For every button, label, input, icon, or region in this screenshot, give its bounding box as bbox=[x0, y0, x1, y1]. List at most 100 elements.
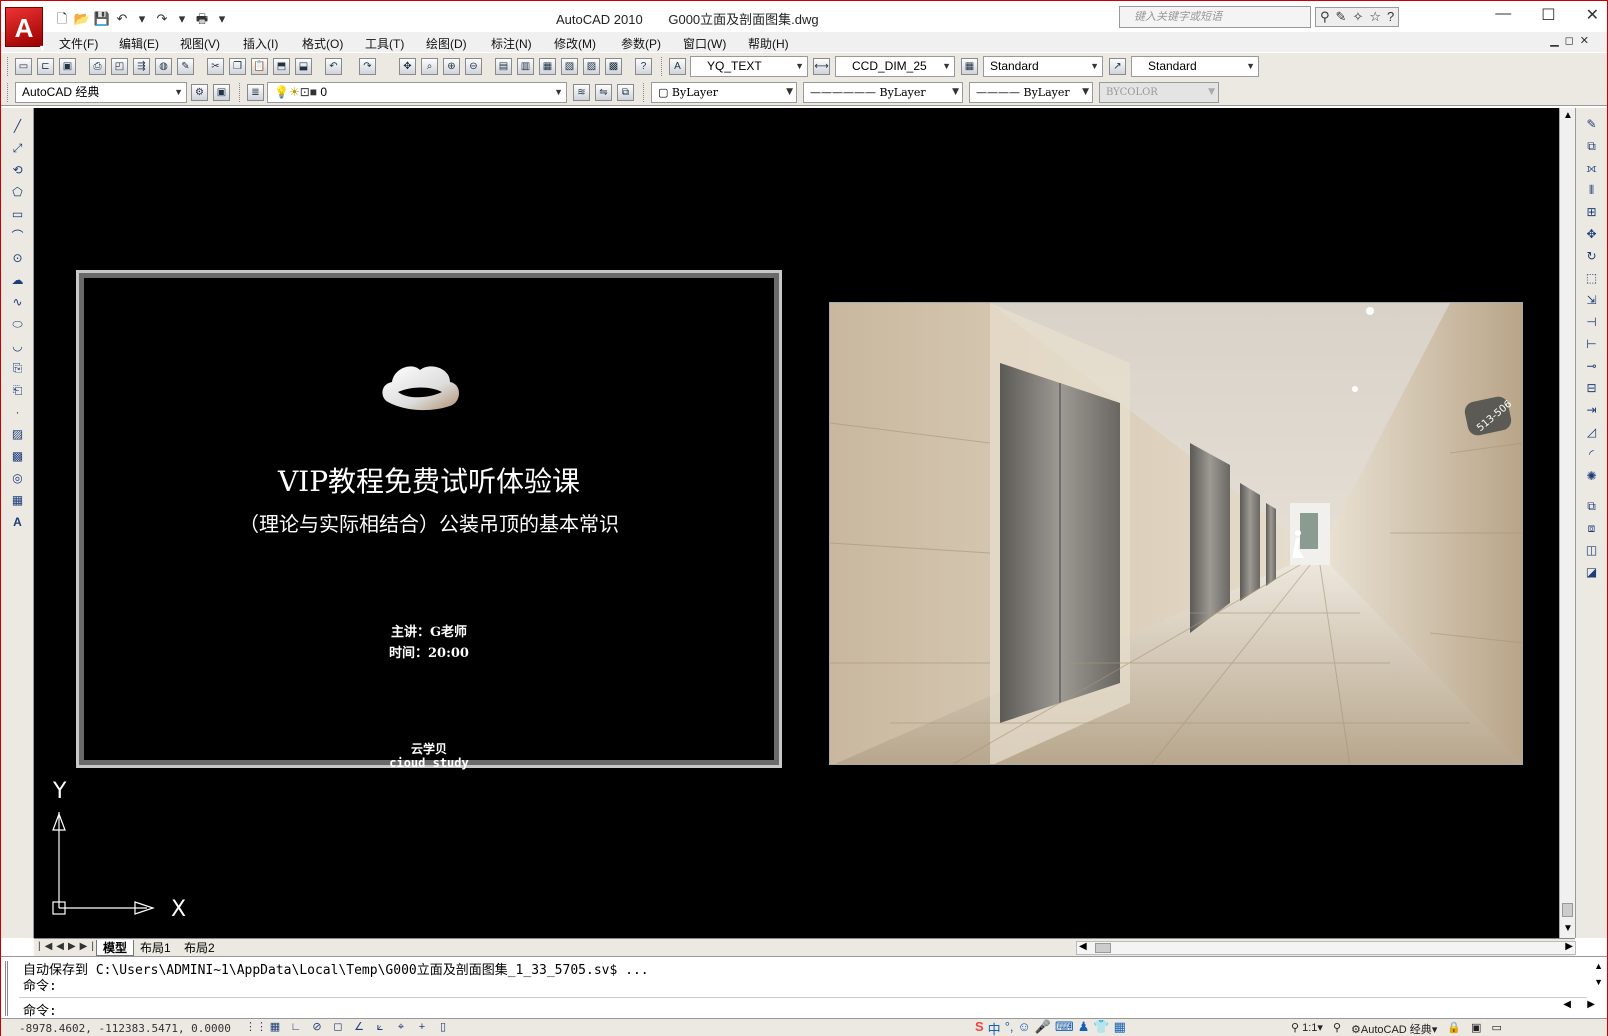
markup-icon[interactable]: ▨ bbox=[583, 58, 600, 75]
help-icon[interactable]: ? bbox=[635, 58, 652, 75]
save-icon[interactable]: 💾 bbox=[93, 10, 111, 28]
plot-icon[interactable]: 🖶 bbox=[193, 10, 211, 28]
object-snap-icon[interactable]: ◻ bbox=[329, 1020, 347, 1035]
zoom-realtime-icon[interactable]: ⌕ bbox=[421, 58, 438, 75]
menu-parametric[interactable]: 参数(P) bbox=[621, 35, 661, 52]
scroll-down-icon[interactable]: ▼ bbox=[1563, 923, 1573, 934]
menu-help[interactable]: 帮助(H) bbox=[748, 35, 789, 52]
zoom-window-icon[interactable]: ⊕ bbox=[443, 58, 460, 75]
object-snap-tracking-icon[interactable]: ⟀ bbox=[371, 1020, 389, 1035]
lineweight-toggle-icon[interactable]: ▯ bbox=[434, 1020, 452, 1035]
break-icon[interactable]: ⊟ bbox=[1583, 380, 1600, 397]
document-window-controls[interactable]: ▁◻✕ bbox=[1550, 34, 1595, 47]
explode-icon[interactable]: ✺ bbox=[1583, 468, 1600, 485]
text-style-icon[interactable]: A bbox=[669, 58, 686, 75]
chamfer-icon[interactable]: ◿ bbox=[1583, 424, 1600, 441]
new-file-icon[interactable]: 🗋 bbox=[53, 10, 71, 28]
text-style-dropdown[interactable]: YQ_TEXT ▼ bbox=[690, 56, 808, 77]
ime-mode[interactable]: 中 bbox=[988, 1019, 1001, 1036]
user-icon[interactable]: ♟ bbox=[1078, 1019, 1090, 1036]
polygon-icon[interactable]: ⬠ bbox=[9, 184, 26, 201]
help-icon[interactable]: ? bbox=[1387, 8, 1394, 26]
toolbar-grip[interactable] bbox=[661, 57, 664, 76]
redo-dropdown-icon[interactable]: ▾ bbox=[173, 10, 191, 28]
menu-insert[interactable]: 插入(I) bbox=[243, 35, 278, 52]
arc-icon[interactable]: ⌒ bbox=[9, 228, 26, 245]
lineweight-dropdown[interactable]: ———— ByLayer ▼ bbox=[969, 82, 1093, 103]
dynamic-input-icon[interactable]: + bbox=[413, 1020, 431, 1035]
toolbox-icon[interactable]: ▦ bbox=[1114, 1019, 1126, 1036]
satellite-icon[interactable]: ✧ bbox=[1352, 8, 1363, 26]
toolbar-grip[interactable] bbox=[7, 83, 10, 102]
quickcalc-icon[interactable]: ▩ bbox=[605, 58, 622, 75]
new-icon[interactable]: ▭ bbox=[15, 58, 32, 75]
communication-center-icon[interactable]: ✎ bbox=[1336, 8, 1347, 26]
mirror-icon[interactable]: ⟗ bbox=[1583, 160, 1600, 177]
annotation-visibility-icon[interactable]: ⚲ bbox=[1333, 1021, 1341, 1036]
offset-icon[interactable]: ⫴ bbox=[1583, 182, 1600, 199]
ellipse-icon[interactable]: ⬭ bbox=[9, 316, 26, 333]
layer-isolate-icon[interactable]: ⧉ bbox=[617, 84, 634, 101]
fillet-icon[interactable]: ◜ bbox=[1583, 446, 1600, 463]
insert-block-icon[interactable]: ⎘ bbox=[9, 360, 26, 377]
draworder-below-icon[interactable]: ◪ bbox=[1583, 564, 1600, 581]
color-dropdown[interactable]: ▢ ByLayer ▼ bbox=[651, 82, 797, 103]
revision-cloud-icon[interactable]: ☁ bbox=[9, 272, 26, 289]
tool-palettes-icon[interactable]: ▦ bbox=[539, 58, 556, 75]
cut-icon[interactable]: ✂ bbox=[207, 58, 224, 75]
table-icon[interactable]: ▦ bbox=[9, 492, 26, 509]
menu-window[interactable]: 窗口(W) bbox=[683, 35, 726, 52]
binoculars-icon[interactable]: ⚲ bbox=[1320, 8, 1330, 26]
extend-icon[interactable]: ⊢ bbox=[1583, 336, 1600, 353]
ellipse-arc-icon[interactable]: ◡ bbox=[9, 338, 26, 355]
application-menu-button[interactable]: A ▼ bbox=[5, 7, 47, 53]
scroll-left-icon[interactable]: ◀ bbox=[1079, 941, 1087, 952]
snap-mode-icon[interactable]: ⋮⋮ bbox=[245, 1020, 267, 1035]
command-window-grip[interactable] bbox=[5, 961, 17, 1016]
layer-dropdown[interactable]: 💡☀⊡■ 0 ▼ bbox=[267, 82, 567, 103]
construction-line-icon[interactable]: ⤢ bbox=[9, 140, 26, 157]
zoom-previous-icon[interactable]: ⊖ bbox=[465, 58, 482, 75]
skin-icon[interactable]: 👕 bbox=[1093, 1019, 1109, 1036]
scroll-thumb[interactable] bbox=[1562, 903, 1573, 917]
workspace-save-icon[interactable]: ▣ bbox=[213, 84, 230, 101]
close-icon[interactable]: ✕ bbox=[1586, 5, 1599, 25]
sheet-set-icon[interactable]: ▧ bbox=[561, 58, 578, 75]
paste-icon[interactable]: 📋 bbox=[251, 58, 268, 75]
spline-icon[interactable]: ∿ bbox=[9, 294, 26, 311]
draworder-back-icon[interactable]: ⧈ bbox=[1583, 520, 1600, 537]
menu-draw[interactable]: 绘图(D) bbox=[426, 35, 467, 52]
infocenter-search-input[interactable]: 键入关键字或短语 bbox=[1119, 6, 1311, 28]
workspace-switch[interactable]: ⚙AutoCAD 经典▾ bbox=[1351, 1021, 1437, 1036]
copy-icon[interactable]: ❐ bbox=[229, 58, 246, 75]
dynamic-ucs-icon[interactable]: ⌖ bbox=[392, 1020, 410, 1035]
polyline-icon[interactable]: ⟲ bbox=[9, 162, 26, 179]
publish-icon[interactable]: ⇶ bbox=[133, 58, 150, 75]
rectangle-icon[interactable]: ▭ bbox=[9, 206, 26, 223]
linetype-dropdown[interactable]: —————— ByLayer ▼ bbox=[803, 82, 963, 103]
design-center-icon[interactable]: ▥ bbox=[517, 58, 534, 75]
cursor-coordinates[interactable]: -8978.4602, -112383.5471, 0.0000 bbox=[19, 1022, 231, 1035]
scale-icon[interactable]: ⬚ bbox=[1583, 270, 1600, 287]
vertical-scrollbar[interactable]: ▲ ▼ bbox=[1559, 108, 1575, 938]
plot-icon[interactable]: ⎙ bbox=[89, 58, 106, 75]
copy-object-icon[interactable]: ⧉ bbox=[1583, 138, 1600, 155]
ortho-mode-icon[interactable]: ∟ bbox=[287, 1020, 305, 1035]
block-editor-icon[interactable]: ⬓ bbox=[295, 58, 312, 75]
properties-icon[interactable]: ▤ bbox=[495, 58, 512, 75]
clean-screen-icon[interactable]: ▭ bbox=[1491, 1021, 1501, 1036]
tab-layout1[interactable]: 布局1 bbox=[134, 940, 177, 956]
layer-previous-icon[interactable]: ⇋ bbox=[595, 84, 612, 101]
menu-tools[interactable]: 工具(T) bbox=[365, 35, 404, 52]
hatch-icon[interactable]: ▨ bbox=[9, 426, 26, 443]
rotate-icon[interactable]: ↻ bbox=[1583, 248, 1600, 265]
menu-dimension[interactable]: 标注(N) bbox=[491, 35, 532, 52]
array-icon[interactable]: ⊞ bbox=[1583, 204, 1600, 221]
layer-manager-icon[interactable]: ≣ bbox=[247, 84, 264, 101]
trim-icon[interactable]: ⊣ bbox=[1583, 314, 1600, 331]
toolbar-grip[interactable] bbox=[7, 57, 10, 76]
draworder-front-icon[interactable]: ⧉ bbox=[1583, 498, 1600, 515]
table-style-dropdown[interactable]: Standard ▼ bbox=[983, 56, 1103, 77]
multileader-style-icon[interactable]: ↗ bbox=[1109, 58, 1126, 75]
horizontal-scrollbar[interactable]: ◀ ▶ bbox=[1076, 941, 1576, 955]
